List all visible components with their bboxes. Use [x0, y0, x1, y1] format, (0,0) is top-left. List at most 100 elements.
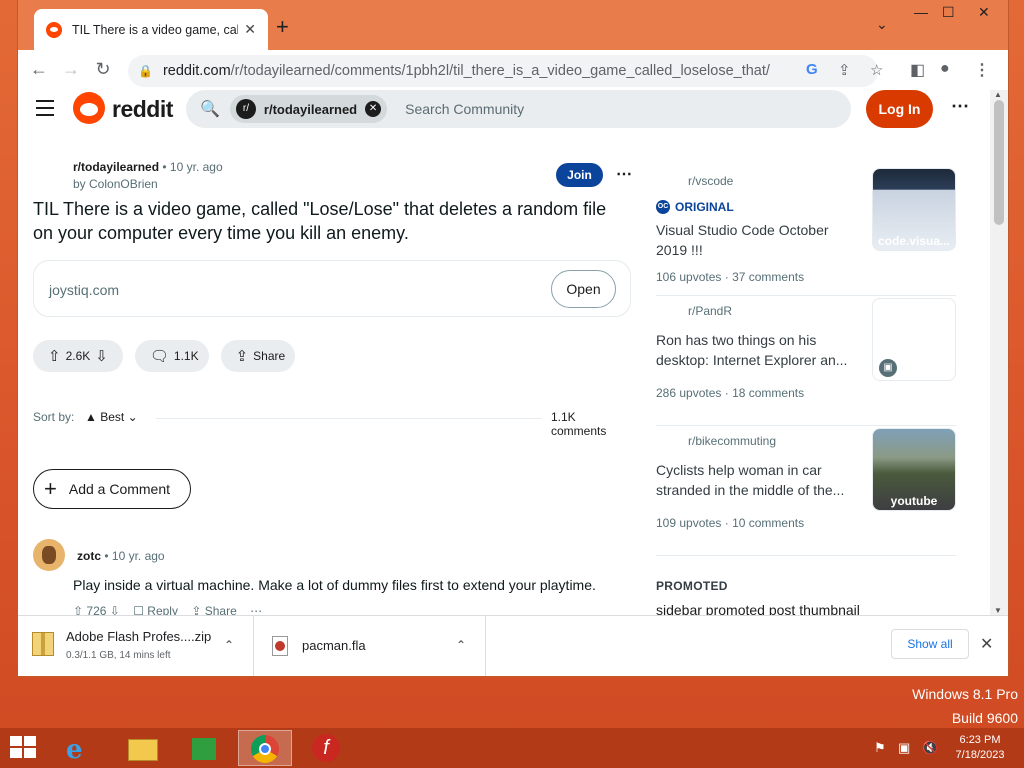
forward-arrow-icon[interactable]: → — [60, 59, 82, 80]
store-icon[interactable] — [178, 730, 232, 766]
chevron-down-icon: ⌄ — [127, 410, 138, 424]
windows-build: Build 9600 — [951, 710, 1018, 726]
comment-author[interactable]: zotc — [77, 549, 101, 563]
subreddit-icon: r/ — [235, 99, 256, 119]
file-explorer-icon[interactable] — [116, 730, 170, 766]
upvote-icon[interactable]: ⇧ — [48, 347, 61, 365]
avatar[interactable] — [33, 539, 65, 571]
window-close-icon[interactable]: ✕ — [978, 4, 990, 21]
new-tab-icon[interactable]: + — [276, 14, 289, 40]
windows-edition: Windows 8.1 Pro — [912, 686, 1018, 702]
sidebar-subreddit[interactable]: r/PandR — [688, 304, 732, 318]
browser-tab[interactable]: TIL There is a video game, called ✕ — [34, 9, 268, 50]
comment-icon: 🗨 — [149, 348, 169, 365]
sidebar-post[interactable]: r/PandR Ron has two things on his deskto… — [656, 298, 956, 426]
add-comment-button[interactable]: + Add a Comment — [33, 469, 191, 509]
tab-strip: TIL There is a video game, called ✕ + ⌄ … — [18, 0, 1008, 50]
comment-age: 10 yr. ago — [111, 549, 165, 563]
sidebar-post-title[interactable]: Cyclists help woman in car stranded in t… — [656, 460, 856, 500]
chip-remove-icon[interactable]: ✕ — [365, 101, 382, 117]
download-options-icon[interactable]: ⌃ — [224, 638, 234, 652]
rocket-icon: ▲ — [85, 410, 97, 424]
page-scrollbar[interactable]: ▲ ▼ — [990, 90, 1008, 615]
promoted-label: PROMOTED — [656, 579, 728, 593]
reply-button[interactable]: Reply — [147, 604, 178, 615]
sidebar-subreddit[interactable]: r/bikecommuting — [688, 434, 776, 448]
reddit-logo-icon[interactable] — [73, 92, 105, 124]
start-button[interactable] — [10, 736, 38, 760]
menu-icon[interactable] — [36, 100, 54, 121]
reload-icon[interactable]: ↻ — [92, 59, 114, 80]
maximize-icon[interactable]: ☐ — [942, 4, 955, 21]
post-author[interactable]: by ColonOBrien — [73, 177, 158, 191]
sidebar-post[interactable]: r/vscode OC ORIGINAL Visual Studio Code O… — [656, 168, 956, 296]
open-link-button[interactable]: Open — [551, 270, 616, 308]
download-item[interactable]: pacman.fla ⌃ — [254, 616, 486, 676]
download-item[interactable]: Adobe Flash Profes....zip 0.3/1.1 GB, 14… — [18, 616, 254, 676]
bookmark-star-icon[interactable]: ☆ — [870, 61, 883, 79]
sort-value: Best — [100, 410, 125, 424]
download-name: Adobe Flash Profes....zip — [66, 629, 212, 644]
promoted-thumbnail[interactable]: sidebar promoted post thumbnail — [656, 602, 860, 615]
chrome-taskbar-icon[interactable] — [238, 730, 292, 766]
tab-close-icon[interactable]: ✕ — [244, 21, 256, 38]
comment-downvote-icon[interactable]: ⇩ — [110, 604, 120, 615]
comments-button[interactable]: 🗨 1.1K — [134, 340, 209, 372]
network-icon[interactable]: ▣ — [898, 740, 910, 756]
google-lens-icon[interactable]: G — [806, 61, 818, 78]
internet-explorer-icon[interactable]: e — [54, 730, 108, 766]
download-name: pacman.fla — [302, 638, 366, 653]
chrome-window: TIL There is a video game, called ✕ + ⌄ … — [18, 0, 1008, 676]
minimize-icon[interactable]: — — [914, 4, 928, 20]
flash-icon[interactable]: f — [300, 730, 354, 766]
sidebar-thumbnail[interactable]: ▣ — [872, 298, 956, 381]
comment-meta: zotc • 10 yr. ago — [77, 549, 165, 563]
join-button[interactable]: Join — [556, 163, 603, 187]
sidebar-subreddit[interactable]: r/vscode — [688, 174, 733, 188]
sidebar-thumbnail[interactable]: youtube — [872, 428, 956, 511]
address-bar[interactable]: 🔒 reddit.com/r/todayilearned/comments/1p… — [128, 55, 883, 87]
link-preview[interactable]: joystiq.com Open — [33, 260, 631, 317]
sort-dropdown[interactable]: ▲ Best ⌄ — [85, 410, 138, 424]
close-download-bar-icon[interactable]: ✕ — [980, 634, 993, 654]
comment-share-icon[interactable]: ⇪ — [191, 604, 201, 615]
sidebar-post[interactable]: r/bikecommuting Cyclists help woman in c… — [656, 428, 956, 556]
search-placeholder[interactable]: Search Community — [405, 101, 524, 117]
download-bar: Adobe Flash Profes....zip 0.3/1.1 GB, 14… — [18, 615, 1008, 676]
community-search[interactable]: 🔍 r/ r/todayilearned ✕ Search Community — [186, 90, 851, 128]
add-comment-label: Add a Comment — [68, 481, 171, 497]
action-center-flag-icon[interactable]: ⚑ — [874, 740, 886, 756]
scrollbar-thumb[interactable] — [994, 100, 1004, 225]
reddit-header: reddit 🔍 r/ r/todayilearned ✕ Search Com… — [18, 90, 990, 128]
download-status: 0.3/1.1 GB, 14 mins left — [66, 650, 171, 661]
volume-muted-icon[interactable]: 🔇 — [922, 740, 938, 756]
back-arrow-icon[interactable]: ← — [28, 59, 50, 80]
comment-more-icon[interactable]: ⋯ — [250, 604, 262, 615]
sidebar-post-title[interactable]: Ron has two things on his desktop: Inter… — [656, 330, 856, 370]
scroll-down-icon[interactable]: ▼ — [994, 606, 1002, 615]
comments-total: 1.1K comments — [551, 410, 607, 438]
show-all-button[interactable]: Show all — [891, 629, 969, 659]
profile-icon[interactable]: ● — [940, 60, 950, 78]
comment-upvote-icon[interactable]: ⇧ — [73, 604, 83, 615]
download-options-icon[interactable]: ⌃ — [456, 638, 466, 652]
share-page-icon[interactable]: ⇪ — [838, 61, 851, 79]
sidebar-thumbnail[interactable]: code.visua... — [872, 168, 956, 251]
post-more-icon[interactable]: ⋯ — [616, 164, 632, 184]
comment-share-button[interactable]: Share — [205, 604, 237, 615]
sidebar-post-title[interactable]: Visual Studio Code October 2019 !!! — [656, 220, 856, 260]
zip-file-icon — [32, 632, 54, 656]
chrome-menu-icon[interactable]: ⋮ — [974, 60, 990, 80]
clock[interactable]: 6:23 PM 7/18/2023 — [940, 733, 1020, 763]
reddit-logo-text[interactable]: reddit — [112, 96, 173, 123]
login-button[interactable]: Log In — [866, 90, 933, 128]
side-panel-icon[interactable]: ◧ — [910, 60, 925, 80]
scroll-up-icon[interactable]: ▲ — [994, 90, 1002, 99]
subreddit-chip[interactable]: r/ r/todayilearned ✕ — [229, 95, 388, 123]
header-more-icon[interactable]: ⋯ — [951, 96, 969, 117]
reply-icon[interactable]: ☐ — [133, 604, 144, 615]
share-button[interactable]: ⇪ Share — [220, 340, 296, 372]
downvote-icon[interactable]: ⇩ — [95, 347, 108, 365]
tab-search-chevron-icon[interactable]: ⌄ — [876, 16, 888, 33]
post-subreddit-link[interactable]: r/todayilearned — [73, 160, 159, 174]
